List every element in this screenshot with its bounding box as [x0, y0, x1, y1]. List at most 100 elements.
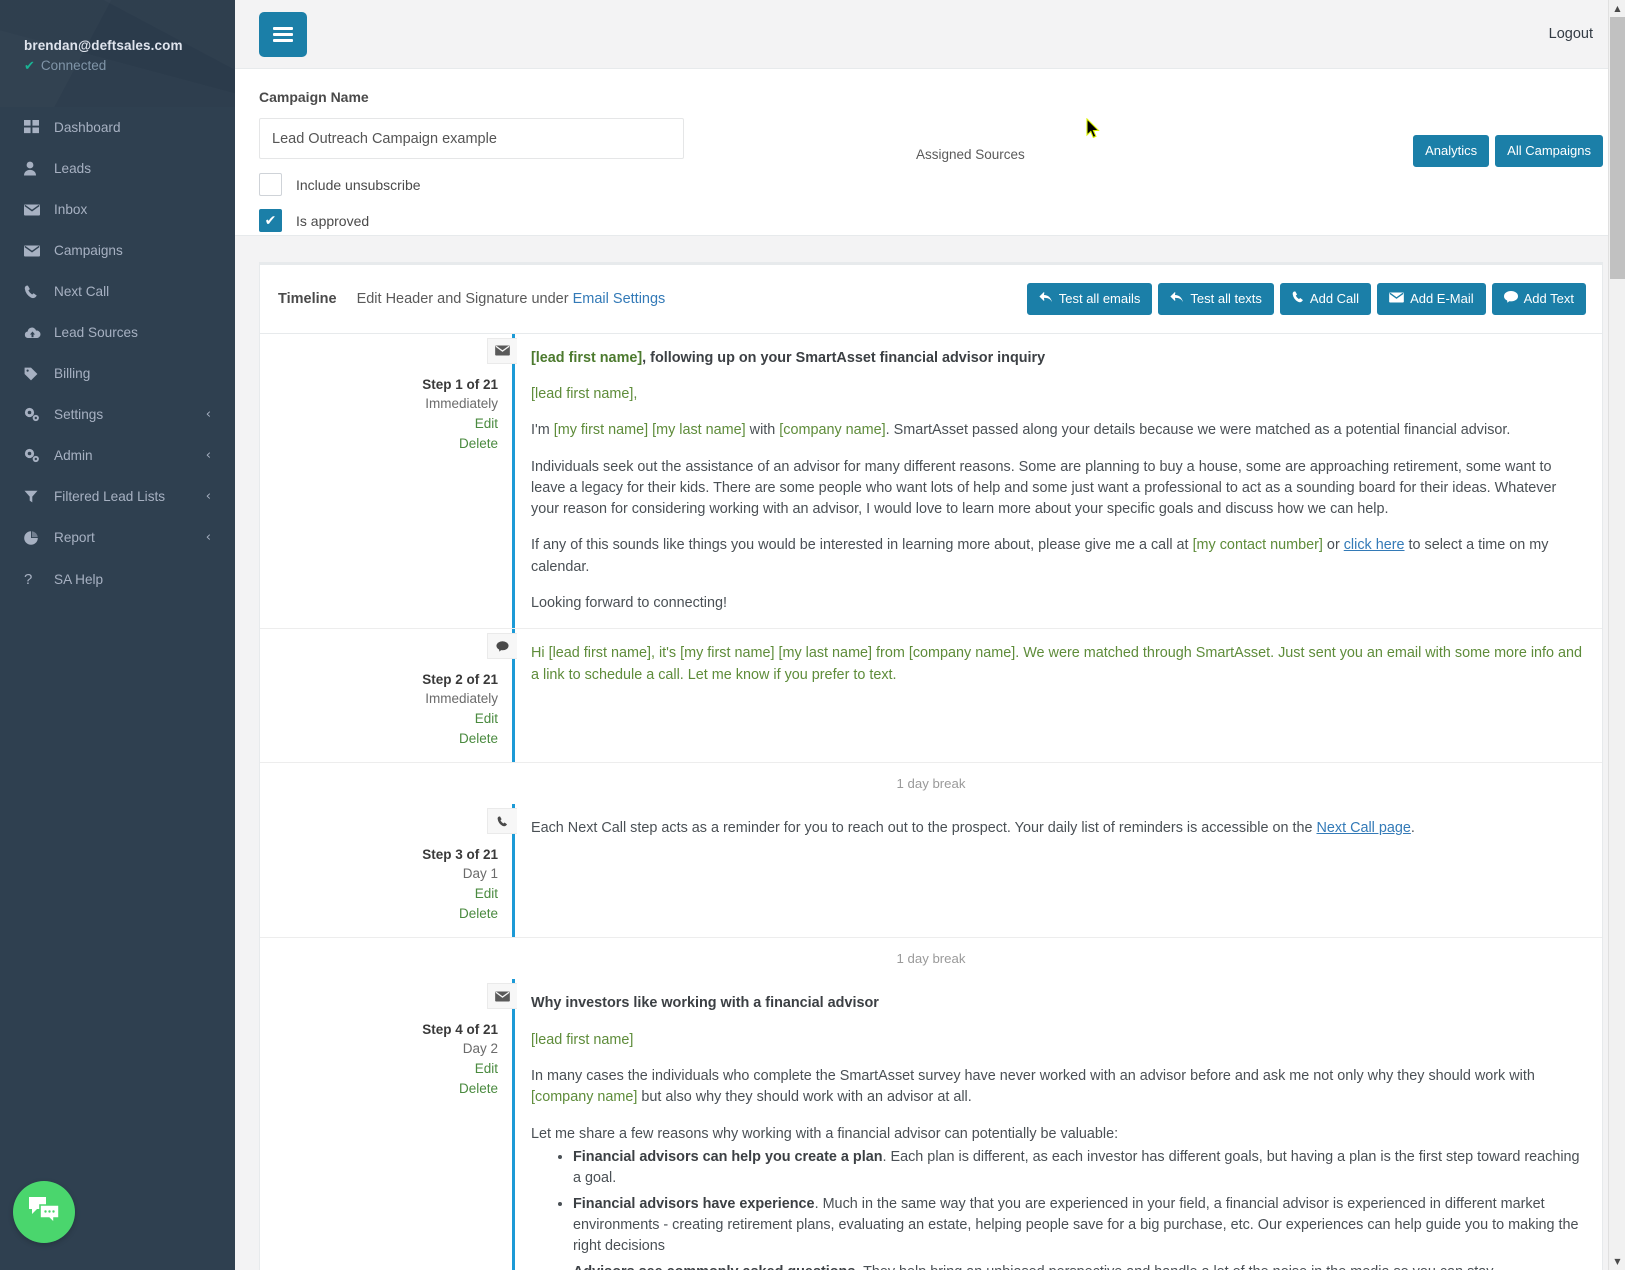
include-unsubscribe-checkbox[interactable] [259, 173, 282, 196]
step-number: Step 4 of 21 [422, 1022, 498, 1038]
step-delete-link[interactable]: Delete [260, 906, 498, 921]
sidebar-item-billing[interactable]: Billing [0, 353, 235, 394]
step-number: Step 2 of 21 [422, 672, 498, 688]
sidebar-item-label: Inbox [54, 202, 88, 217]
sidebar-nav: Dashboard Leads Inbox Campaigns Next Cal… [0, 107, 235, 601]
comment-icon [487, 633, 517, 660]
add-call-button[interactable]: Add Call [1279, 283, 1372, 315]
envelope-icon [24, 204, 46, 216]
sidebar-item-campaigns[interactable]: Campaigns [0, 230, 235, 271]
sidebar-item-admin[interactable]: Admin ‹ [0, 435, 235, 476]
all-campaigns-button[interactable]: All Campaigns [1495, 135, 1603, 167]
placeholder-token: [my first name] [553, 422, 649, 439]
analytics-button[interactable]: Analytics [1413, 135, 1490, 167]
is-approved-checkbox[interactable] [259, 209, 282, 232]
sidebar-item-dashboard[interactable]: Dashboard [0, 107, 235, 148]
list-item: Advisors see commonly asked questions. T… [573, 1262, 1584, 1270]
email-settings-link[interactable]: Email Settings [573, 291, 666, 307]
sidebar-item-next-call[interactable]: Next Call [0, 271, 235, 312]
text-fragment: In many cases the individuals who comple… [531, 1068, 1535, 1085]
text-fragment: but also why they should work with an ad… [637, 1089, 972, 1106]
placeholder-token: [lead first name] [531, 1031, 634, 1048]
sidebar-item-settings[interactable]: Settings ‹ [0, 394, 235, 435]
step-delete-link[interactable]: Delete [260, 1081, 498, 1096]
sidebar-item-inbox[interactable]: Inbox [0, 189, 235, 230]
text-fragment: , it's [650, 645, 681, 662]
phone-icon [1292, 291, 1304, 307]
step-delete-link[interactable]: Delete [260, 731, 498, 746]
placeholder-token: [my last name] [652, 422, 746, 439]
sidebar-item-label: Settings [54, 407, 104, 422]
user-email: brendan@deftsales.com [24, 38, 183, 53]
sidebar-item-sa-help[interactable]: ? SA Help [0, 558, 235, 601]
sidebar-item-label: Admin [54, 448, 93, 463]
text-fragment: If any of this sounds like things you wo… [531, 537, 1193, 554]
step-meta: Step 4 of 21 Day 2 Edit Delete [260, 979, 517, 1270]
sidebar-toggle-button[interactable] [259, 11, 307, 57]
placeholder-token: [company name] [779, 422, 886, 439]
reply-all-icon [1039, 291, 1053, 307]
next-call-page-link[interactable]: Next Call page [1316, 820, 1410, 836]
email-greeting: [lead first name] [531, 1030, 1584, 1051]
step-edit-link[interactable]: Edit [260, 1061, 498, 1076]
step-delete-link[interactable]: Delete [260, 436, 498, 451]
envelope-icon [24, 245, 46, 257]
app-root: brendan@deftsales.com ✔ Connected Dashbo… [0, 0, 1625, 1270]
placeholder-token: [my contact number] [1192, 537, 1323, 554]
add-email-button[interactable]: Add E-Mail [1377, 283, 1486, 315]
email-subject: [lead first name], following up on your … [531, 348, 1584, 369]
text-message-body: Hi [lead first name], it's [my first nam… [531, 643, 1584, 686]
greeting-rest: , [633, 385, 638, 402]
envelope-icon [487, 983, 517, 1010]
list-item: Financial advisors can help you create a… [573, 1147, 1584, 1190]
email-greeting: [lead first name], [531, 384, 1584, 405]
text-fragment: I'm [531, 422, 554, 439]
placeholder-token: [lead first name] [531, 349, 643, 366]
step-edit-link[interactable]: Edit [260, 711, 498, 726]
step-content: Why investors like working with a financ… [512, 979, 1602, 1270]
sidebar-item-label: Filtered Lead Lists [54, 489, 166, 504]
step-number: Step 1 of 21 [422, 376, 498, 392]
add-text-button[interactable]: Add Text [1491, 283, 1586, 315]
logout-link[interactable]: Logout [1549, 26, 1603, 42]
scroll-down-arrow[interactable]: ▼ [1609, 1253, 1625, 1270]
test-all-texts-button[interactable]: Test all texts [1158, 283, 1274, 315]
user-icon [24, 161, 46, 176]
placeholder-token: [company name] [531, 1089, 638, 1106]
day-break-divider: 1 day break [260, 762, 1602, 804]
envelope-icon [487, 337, 517, 364]
timeline-action-buttons: Test all emails Test all texts Add Call [1026, 283, 1586, 315]
click-here-link[interactable]: click here [1344, 537, 1405, 553]
test-all-emails-label: Test all emails [1058, 291, 1141, 306]
sidebar-item-report[interactable]: Report ‹ [0, 517, 235, 558]
pie-chart-icon [24, 530, 46, 545]
sidebar-item-label: Campaigns [54, 243, 123, 258]
day-break-divider: 1 day break [260, 937, 1602, 979]
email-paragraph-1: In many cases the individuals who comple… [531, 1066, 1584, 1109]
campaign-name-label: Campaign Name [259, 89, 369, 105]
phone-icon [487, 808, 517, 835]
sidebar-item-lead-sources[interactable]: Lead Sources [0, 312, 235, 353]
scrollbar-thumb[interactable] [1610, 17, 1625, 279]
vertical-scrollbar[interactable]: ▲ ▼ [1608, 0, 1625, 1270]
email-paragraph-2: Let me share a few reasons why working w… [531, 1125, 1119, 1142]
sidebar-item-leads[interactable]: Leads [0, 148, 235, 189]
test-all-emails-button[interactable]: Test all emails [1026, 283, 1153, 315]
question-icon: ? [24, 571, 33, 588]
sidebar-item-label: Leads [54, 161, 92, 176]
timeline-step: Step 2 of 21 Immediately Edit Delete Hi … [260, 629, 1602, 763]
step-edit-link[interactable]: Edit [260, 886, 498, 901]
include-unsubscribe-row[interactable]: Include unsubscribe [259, 173, 1601, 196]
add-call-label: Add Call [1309, 291, 1360, 306]
sidebar-background-pattern [0, 0, 235, 107]
text-fragment: Each Next Call step acts as a reminder f… [531, 820, 1317, 837]
timeline-card-header: Timeline Edit Header and Signature under… [260, 265, 1602, 334]
step-edit-link[interactable]: Edit [260, 416, 498, 431]
dashboard-icon [24, 120, 46, 135]
campaign-name-input[interactable] [259, 118, 684, 159]
is-approved-row[interactable]: Is approved [259, 209, 1601, 232]
scroll-up-arrow[interactable]: ▲ [1609, 0, 1625, 17]
header-action-buttons: Analytics All Campaigns [1413, 135, 1603, 167]
chat-widget-button[interactable] [13, 1181, 75, 1243]
sidebar-item-filtered-lead-lists[interactable]: Filtered Lead Lists ‹ [0, 476, 235, 517]
